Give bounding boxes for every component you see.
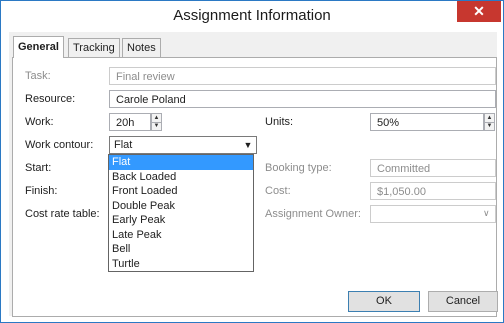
chevron-down-icon[interactable]: ▼ [240, 137, 256, 153]
resource-field[interactable]: Carole Poland [109, 90, 496, 108]
booking-type-field: Committed [370, 159, 496, 177]
work-field[interactable]: 20h [109, 113, 151, 131]
cost-field: $1,050.00 [370, 182, 496, 200]
tab-general[interactable]: General [13, 36, 64, 58]
resource-label: Resource: [25, 93, 76, 105]
dialog-title: Assignment Information [173, 7, 331, 24]
work-label: Work: [25, 116, 54, 128]
spin-down-icon[interactable]: ▼ [152, 122, 161, 130]
start-label: Start: [25, 162, 52, 174]
work-spinner[interactable]: ▲ ▼ [151, 113, 162, 131]
contour-option-early-peak[interactable]: Early Peak [109, 213, 253, 228]
cost-label: Cost: [265, 185, 291, 197]
cancel-button[interactable]: Cancel [428, 291, 498, 312]
work-contour-label: Work contour: [25, 139, 94, 151]
contour-option-double-peak[interactable]: Double Peak [109, 199, 253, 214]
units-spinner[interactable]: ▲ ▼ [484, 113, 495, 131]
spin-down-icon[interactable]: ▼ [485, 122, 494, 130]
work-contour-value: Flat [114, 139, 133, 151]
contour-option-turtle[interactable]: Turtle [109, 257, 253, 272]
contour-option-bell[interactable]: Bell [109, 242, 253, 257]
cost-rate-table-label: Cost rate table: [25, 208, 100, 220]
finish-label: Finish: [25, 185, 58, 197]
title-bar: Assignment Information ✕ [1, 1, 503, 30]
assignment-owner-label: Assignment Owner: [265, 208, 361, 220]
tab-tracking[interactable]: Tracking [68, 38, 120, 57]
task-label: Task: [25, 70, 51, 82]
contour-option-late-peak[interactable]: Late Peak [109, 228, 253, 243]
ok-button[interactable]: OK [348, 291, 420, 312]
task-field: Final review [109, 67, 496, 85]
units-label: Units: [265, 116, 294, 128]
tab-notes[interactable]: Notes [122, 38, 161, 57]
assignment-information-dialog: Assignment Information ✕ General Trackin… [0, 0, 504, 323]
close-button[interactable]: ✕ [457, 1, 501, 22]
work-contour-select[interactable]: Flat ▼ [109, 136, 257, 154]
units-field[interactable]: 50% [370, 113, 484, 131]
contour-option-flat[interactable]: Flat [109, 155, 253, 170]
contour-option-back-loaded[interactable]: Back Loaded [109, 170, 253, 185]
assignment-owner-select [370, 205, 496, 223]
work-contour-dropdown: Flat Back Loaded Front Loaded Double Pea… [108, 154, 254, 272]
close-icon: ✕ [473, 3, 485, 19]
chevron-down-icon: ∨ [483, 208, 490, 218]
booking-type-label: Booking type: [265, 162, 332, 174]
contour-option-front-loaded[interactable]: Front Loaded [109, 184, 253, 199]
general-tab-panel: Task: Final review Resource: Carole Pola… [12, 57, 498, 317]
